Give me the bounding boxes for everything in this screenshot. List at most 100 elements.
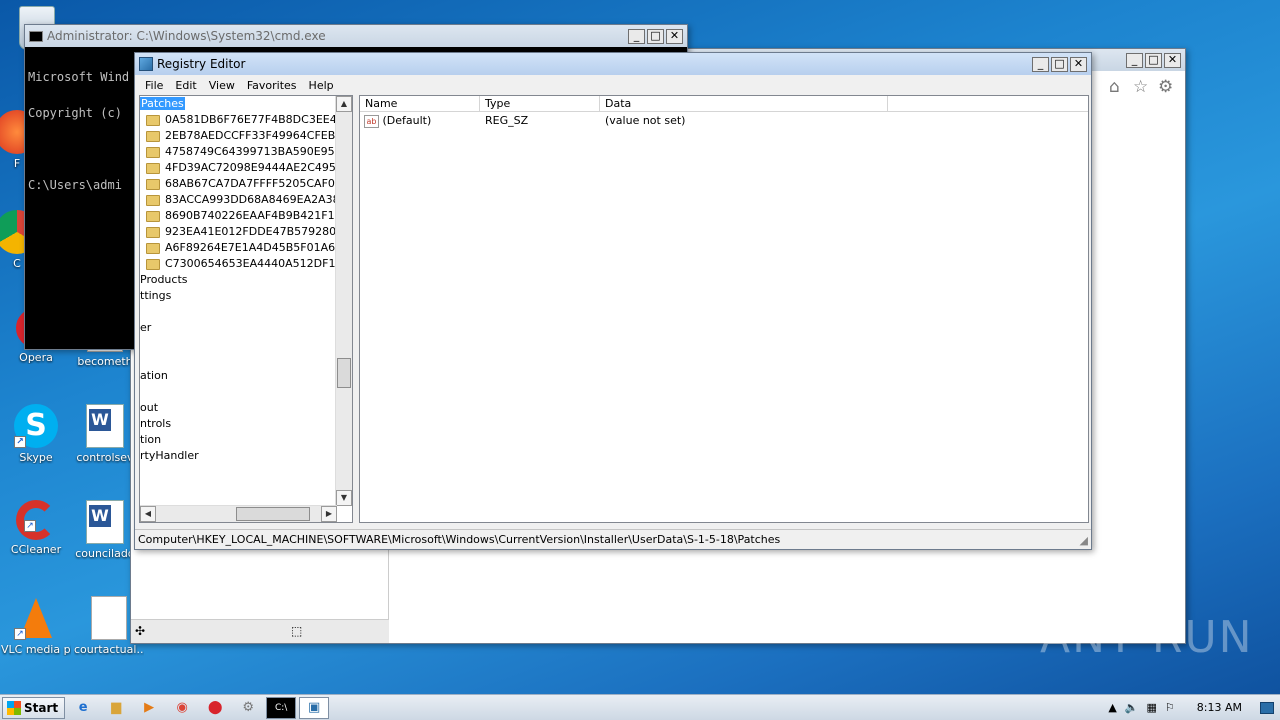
scroll-thumb[interactable]: [236, 507, 310, 521]
minimize-button[interactable]: _: [1032, 56, 1049, 72]
tree-node[interactable]: rtyHandler: [140, 448, 352, 464]
close-button[interactable]: ✕: [1070, 56, 1087, 72]
tree-node[interactable]: ntrols: [140, 416, 352, 432]
tree-node[interactable]: 0A581DB6F76E77F4B8DC3EE46AEA: [140, 112, 352, 128]
shortcut-arrow-icon: ↗: [24, 520, 36, 532]
column-data[interactable]: Data: [600, 96, 888, 111]
tree-node-label: 83ACCA993DD68A8469EA2A389C57: [165, 193, 353, 206]
tree-node[interactable]: tion: [140, 432, 352, 448]
taskbar-opera-icon[interactable]: ⬤: [200, 697, 230, 719]
tree-node[interactable]: 68AB67CA7DA7FFFF5205CAF071E4: [140, 176, 352, 192]
column-name[interactable]: Name: [360, 96, 480, 111]
desktop-icon-label: courtactual...: [74, 643, 144, 656]
desktop-icon-skype[interactable]: S ↗ Skype: [1, 404, 71, 464]
tree-node[interactable]: ation: [140, 368, 352, 384]
taskbar-explorer-icon[interactable]: ▆: [101, 697, 131, 719]
taskbar-app-icon[interactable]: ⚙: [233, 697, 263, 719]
tree-node[interactable]: 923EA41E012FDDE47B579280126C: [140, 224, 352, 240]
tree-node[interactable]: [140, 384, 352, 400]
minimize-button[interactable]: _: [628, 28, 645, 44]
tree-node[interactable]: C7300654653EA4440A512DF184D7: [140, 256, 352, 272]
tray-expand-icon[interactable]: ▲: [1108, 701, 1116, 714]
tree-node[interactable]: 2EB78AEDCCFF33F49964CFEB551A: [140, 128, 352, 144]
tree-node-label: 68AB67CA7DA7FFFF5205CAF071E4: [165, 177, 353, 190]
desktop-icon-vlc[interactable]: ↗ VLC media player: [1, 596, 71, 656]
tree-node[interactable]: out: [140, 400, 352, 416]
tree-node[interactable]: [140, 336, 352, 352]
maximize-button[interactable]: □: [647, 28, 664, 44]
menu-edit[interactable]: Edit: [169, 79, 202, 92]
settings-gear-icon[interactable]: ⚙: [1158, 77, 1173, 97]
tree-node[interactable]: 8690B740226EAAF4B9B421F11A90D: [140, 208, 352, 224]
folder-icon: [146, 114, 160, 126]
scroll-thumb[interactable]: [337, 358, 351, 388]
desktop-icon-label: Opera: [19, 351, 53, 364]
tree-node[interactable]: [140, 352, 352, 368]
tree-horizontal-scrollbar[interactable]: ◀ ▶: [140, 505, 337, 522]
move-icon[interactable]: ✣: [135, 624, 145, 638]
select-icon[interactable]: ⬚: [291, 624, 302, 638]
resize-grip-icon[interactable]: ◢: [1080, 531, 1088, 550]
tree-node[interactable]: A6F89264E7E1A4D45B5F01A6F4E0: [140, 240, 352, 256]
menu-help[interactable]: Help: [303, 79, 340, 92]
start-label: Start: [24, 700, 59, 715]
tree-node[interactable]: 4758749C64399713BA590E9520B4E: [140, 144, 352, 160]
scroll-right-button[interactable]: ▶: [321, 506, 337, 522]
tree-node[interactable]: 83ACCA993DD68A8469EA2A389C57: [140, 192, 352, 208]
tree-node-label: 2EB78AEDCCFF33F49964CFEB551A: [165, 129, 353, 142]
taskbar-media-player-icon[interactable]: ▶: [134, 697, 164, 719]
regedit-titlebar[interactable]: Registry Editor _ □ ✕: [135, 53, 1091, 75]
close-button[interactable]: ✕: [666, 28, 683, 44]
taskbar-ie-icon[interactable]: e: [68, 697, 98, 719]
tree-node[interactable]: [140, 304, 352, 320]
home-icon[interactable]: ⌂: [1109, 77, 1120, 97]
network-icon[interactable]: ▦: [1147, 701, 1157, 714]
word-icon: W: [86, 500, 124, 544]
folder-icon: [146, 178, 160, 190]
start-button[interactable]: Start: [2, 696, 66, 719]
minimize-button[interactable]: _: [1126, 52, 1143, 68]
regedit-app-icon: [139, 57, 153, 71]
desktop-icon-ccleaner[interactable]: ↗ CCleaner: [1, 500, 71, 556]
tree-node-label: 4758749C64399713BA590E9520B4E: [165, 145, 353, 158]
document-icon: [91, 596, 127, 640]
tree-node-label: 923EA41E012FDDE47B579280126C: [165, 225, 353, 238]
scroll-down-button[interactable]: ▼: [336, 490, 352, 506]
scroll-left-button[interactable]: ◀: [140, 506, 156, 522]
taskbar-chrome-icon[interactable]: ◉: [167, 697, 197, 719]
taskbar-cmd-icon[interactable]: C:\: [266, 696, 297, 719]
value-row[interactable]: ab (Default) REG_SZ (value not set): [360, 112, 1088, 130]
cmd-titlebar[interactable]: Administrator: C:\Windows\System32\cmd.e…: [25, 25, 687, 47]
folder-icon: [146, 162, 160, 174]
maximize-button[interactable]: □: [1145, 52, 1162, 68]
clock[interactable]: 8:13 AM: [1197, 701, 1242, 714]
tree-node-label: 8690B740226EAAF4B9B421F11A90D: [165, 209, 353, 222]
tree-node[interactable]: ttings: [140, 288, 352, 304]
tree-node[interactable]: Products: [140, 272, 352, 288]
action-center-flag-icon[interactable]: ⚐: [1165, 701, 1175, 714]
ccleaner-icon: ↗: [16, 500, 56, 540]
word-icon: W: [86, 404, 124, 448]
scroll-up-button[interactable]: ▲: [336, 96, 352, 112]
tree-node[interactable]: [140, 464, 352, 480]
tree-vertical-scrollbar[interactable]: ▲ ▼: [335, 96, 352, 506]
registry-editor-window[interactable]: Registry Editor _ □ ✕ File Edit View Fav…: [134, 52, 1092, 550]
tree-node[interactable]: 4FD39AC72098E9444AE2C49532FC: [140, 160, 352, 176]
taskbar-regedit-icon[interactable]: ▣: [299, 696, 330, 719]
menu-favorites[interactable]: Favorites: [241, 79, 303, 92]
show-desktop-icon[interactable]: [1260, 701, 1274, 714]
maximize-button[interactable]: □: [1051, 56, 1068, 72]
volume-icon[interactable]: 🔈: [1125, 701, 1139, 714]
close-button[interactable]: ✕: [1164, 52, 1181, 68]
column-type[interactable]: Type: [480, 96, 600, 111]
registry-tree-pane[interactable]: Patches 0A581DB6F76E77F4B8DC3EE46AEA 2EB7…: [139, 95, 353, 523]
favorites-star-icon[interactable]: ☆: [1133, 77, 1148, 97]
menu-file[interactable]: File: [139, 79, 169, 92]
windows-logo-icon: [7, 700, 21, 715]
tree-node-selected[interactable]: Patches: [140, 96, 352, 112]
anyrun-watermark: ANY RUN: [1040, 612, 1254, 663]
desktop-icon-label: Skype: [19, 451, 53, 464]
registry-values-pane[interactable]: Name Type Data ab (Default) REG_SZ (valu…: [359, 95, 1089, 523]
menu-view[interactable]: View: [203, 79, 241, 92]
tree-node[interactable]: er: [140, 320, 352, 336]
